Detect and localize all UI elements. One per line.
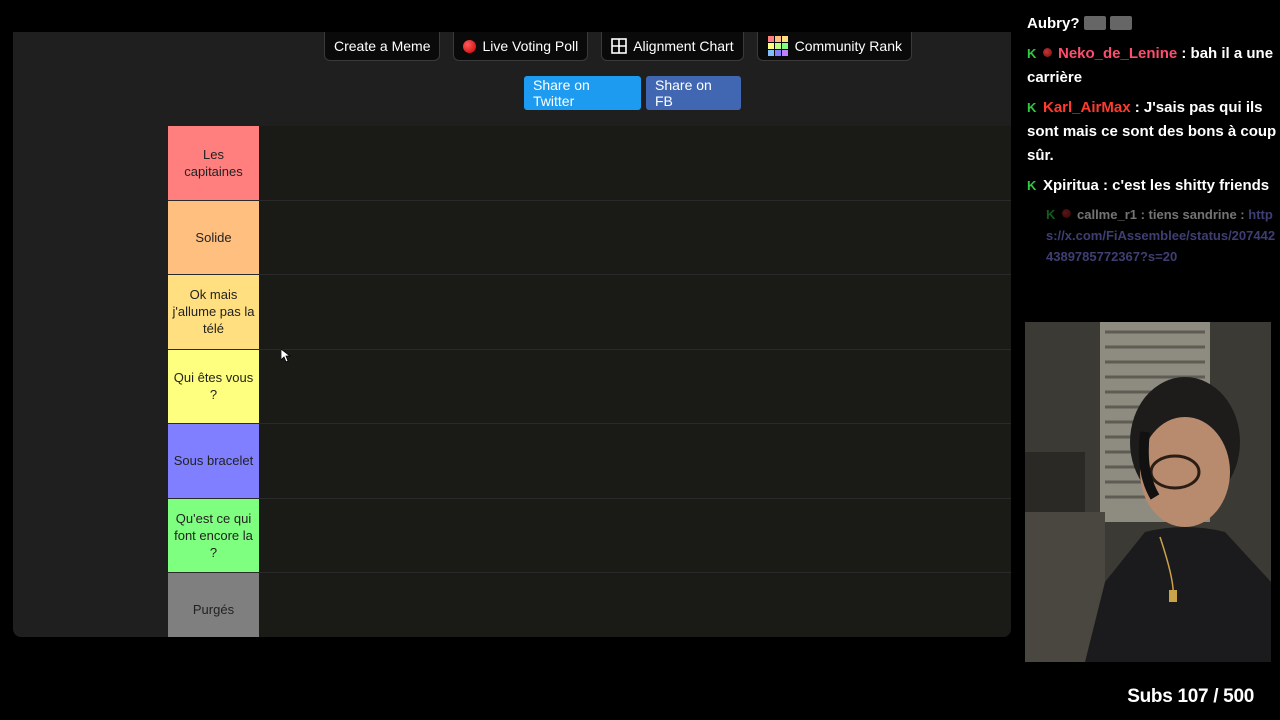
tier-drop-zone[interactable] [259, 126, 1011, 200]
live-voting-poll-button[interactable]: Live Voting Poll [453, 32, 589, 61]
subs-counter: Subs 107 / 500 [1127, 686, 1254, 707]
sub-badge-icon [1043, 48, 1052, 57]
chat-username[interactable]: Neko_de_Lenine [1058, 45, 1177, 62]
stream-chat: Aubry? K Neko_de_Lenine : bah il a une ca… [1027, 15, 1280, 273]
share-buttons: Share on Twitter Share on FB [524, 76, 741, 110]
tier-row: Qu'est ce qui font encore la ? [168, 498, 1011, 573]
kick-badge-icon: K [1046, 207, 1056, 222]
tier-drop-zone[interactable] [259, 424, 1011, 498]
emote-icon [1083, 16, 1106, 30]
tier-label[interactable]: Qu'est ce qui font encore la ? [168, 498, 259, 572]
tier-label[interactable]: Qui êtes vous ? [168, 349, 259, 423]
community-rank-button[interactable]: Community Rank [756, 32, 912, 61]
tier-row: Qui êtes vous ? [168, 349, 1011, 424]
kick-badge-icon: K [1027, 178, 1037, 193]
webcam-feed [1025, 322, 1271, 662]
tier-label[interactable]: Purgés [168, 573, 259, 637]
tier-row: Solide [168, 200, 1011, 275]
mouse-cursor-icon [281, 349, 291, 363]
chat-message: K Xpiritua : c'est les shitty friends [1027, 174, 1280, 198]
tier-drop-zone[interactable] [259, 573, 1011, 637]
chat-username[interactable]: Karl_AirMax [1043, 99, 1131, 116]
tier-row: Les capitaines [168, 126, 1011, 201]
community-rank-label: Community Rank [794, 38, 902, 54]
chat-text: Aubry? [1027, 15, 1080, 32]
chat-username[interactable]: callme_r1 [1077, 207, 1137, 222]
live-poll-label: Live Voting Poll [482, 38, 579, 54]
tier-row: Ok mais j'allume pas la télé [168, 275, 1011, 350]
tier-label[interactable]: Les capitaines [168, 126, 259, 200]
create-meme-label: Create a Meme [334, 38, 431, 54]
tier-list-page: Create a Meme Live Voting Poll Alignment… [13, 32, 1011, 637]
colored-grid-icon [767, 36, 788, 56]
webcam-image [1025, 322, 1271, 662]
share-fb-button[interactable]: Share on FB [646, 76, 741, 110]
chat-text: : tiens sandrine : [1137, 207, 1249, 222]
tier-board: Les capitaines Solide Ok mais j'allume p… [168, 126, 1011, 637]
share-twitter-button[interactable]: Share on Twitter [524, 76, 641, 110]
create-meme-button[interactable]: Create a Meme [324, 32, 441, 61]
chat-text: : c'est les shitty friends [1098, 177, 1270, 194]
alignment-chart-label: Alignment Chart [633, 38, 734, 54]
alignment-chart-button[interactable]: Alignment Chart [601, 32, 744, 61]
chat-username[interactable]: Xpiritua [1043, 177, 1099, 194]
tier-label[interactable]: Ok mais j'allume pas la télé [168, 275, 259, 349]
tier-row: Purgés [168, 573, 1011, 637]
top-toolbar: Create a Meme Live Voting Poll Alignment… [324, 32, 912, 62]
emote-icon [1109, 16, 1132, 30]
chat-message: Aubry? [1027, 12, 1280, 36]
tier-drop-zone[interactable] [259, 275, 1011, 349]
tier-label[interactable]: Sous bracelet [168, 424, 259, 498]
chat-message-faded: Kcallme_r1 : tiens sandrine : https://x.… [1027, 204, 1280, 267]
tier-drop-zone[interactable] [259, 498, 1011, 572]
chat-message: K Karl_AirMax : J'sais pas qui ils sont m… [1027, 96, 1280, 168]
grid-icon [611, 38, 628, 54]
tier-label[interactable]: Solide [168, 200, 259, 274]
kick-badge-icon: K [1027, 100, 1037, 115]
chat-message: K Neko_de_Lenine : bah il a une carrière [1027, 42, 1280, 90]
sub-badge-icon [1062, 209, 1071, 218]
tier-row: Sous bracelet [168, 424, 1011, 499]
tier-drop-zone[interactable] [259, 349, 1011, 423]
tier-drop-zone[interactable] [259, 200, 1011, 274]
kick-badge-icon: K [1027, 46, 1037, 61]
red-circle-icon [463, 39, 477, 53]
